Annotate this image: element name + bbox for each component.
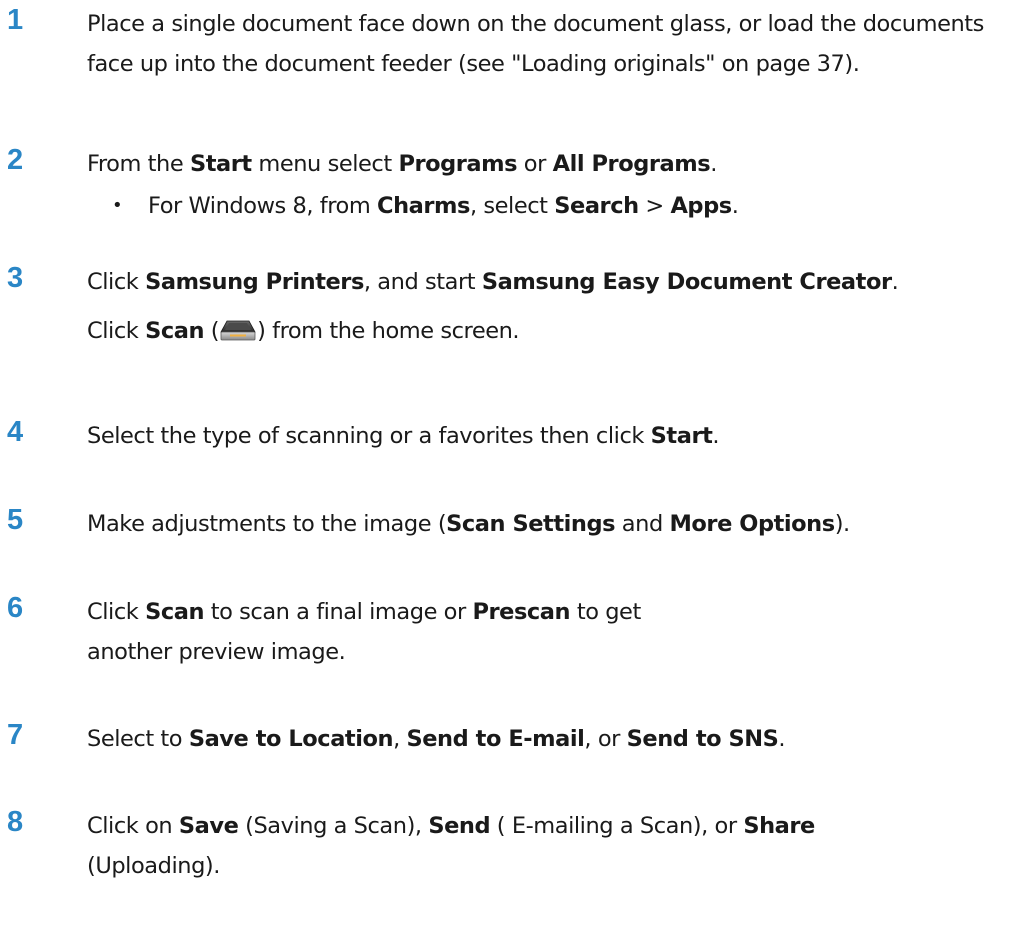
text-run: From the — [87, 151, 190, 177]
text-run: . — [712, 423, 720, 449]
text-run: or — [517, 151, 553, 177]
text-run: ( — [204, 318, 220, 344]
text-run: . — [710, 151, 717, 177]
bold-term: Send to E-mail — [406, 726, 585, 752]
text-run: ( E-mailing a Scan), or — [490, 813, 744, 839]
step-text: Click Scan to scan a final image or Pres… — [87, 592, 727, 672]
step-number: 6 — [7, 592, 24, 624]
text-run: , or — [584, 726, 627, 752]
text-run: Select to — [87, 726, 189, 752]
bold-term: All Programs — [552, 151, 711, 177]
text-run: Click — [87, 599, 146, 625]
bold-term: More Options — [669, 511, 835, 537]
bullet-text: For Windows 8, from Charms, select Searc… — [148, 186, 739, 226]
text-run: Place a single document face down on the… — [87, 11, 984, 77]
step-text: Place a single document face down on the… — [87, 4, 1027, 84]
bold-term: Programs — [398, 151, 518, 177]
step-text: Select to Save to Location, Send to E-ma… — [87, 719, 1027, 759]
text-run: Click — [87, 269, 146, 295]
text-run: (Uploading). — [87, 853, 220, 879]
text-run: For Windows 8, from — [148, 193, 378, 219]
step-number: 2 — [7, 144, 24, 176]
text-run: . — [731, 193, 739, 219]
bold-term: Send to SNS — [626, 726, 779, 752]
step-text: From the Start menu select Programs or A… — [87, 144, 1027, 184]
bold-term: Samsung Printers — [145, 269, 364, 295]
bold-term: Prescan — [472, 599, 571, 625]
text-run: Make adjustments to the image ( — [87, 511, 447, 537]
step-text: Click Samsung Printers, and start Samsun… — [87, 262, 1027, 302]
text-run: ). — [834, 511, 850, 537]
text-run: and — [615, 511, 670, 537]
bold-term: Share — [743, 813, 815, 839]
text-run: Click — [87, 318, 146, 344]
bold-term: Samsung Easy Document Creator — [481, 269, 892, 295]
step-number: 7 — [7, 719, 24, 751]
step-number: 1 — [7, 4, 24, 36]
text-run: Click on — [87, 813, 179, 839]
text-run: , — [393, 726, 407, 752]
step-number: 3 — [7, 262, 24, 294]
text-run: Select the type of scanning or a favorit… — [87, 423, 651, 449]
text-run: . — [891, 269, 899, 295]
step-number: 4 — [7, 416, 24, 448]
bold-term: Scan Settings — [446, 511, 616, 537]
text-run: . — [778, 726, 786, 752]
bold-term: Start — [650, 423, 713, 449]
text-run: menu select — [251, 151, 399, 177]
step-text: Select the type of scanning or a favorit… — [87, 416, 1027, 456]
scanner-icon — [220, 319, 256, 343]
bold-term: Apps — [670, 193, 732, 219]
step-text-2: Click Scan ( ) from the home screen. — [87, 311, 1027, 351]
text-run: to scan a final image or — [204, 599, 473, 625]
text-run: , select — [469, 193, 555, 219]
text-run: > — [638, 193, 671, 219]
bullet-dot: • — [112, 195, 123, 216]
bold-term: Send — [428, 813, 491, 839]
text-run: (Saving a Scan), — [238, 813, 429, 839]
text-after-icon: ) from the home screen. — [257, 318, 520, 344]
bold-term: Save to Location — [188, 726, 394, 752]
bold-term: Scan — [145, 599, 205, 625]
bold-term: Save — [178, 813, 239, 839]
text-run: , and start — [363, 269, 482, 295]
step-number: 8 — [7, 806, 24, 838]
step-text: Click on Save (Saving a Scan), Send ( E-… — [87, 806, 907, 886]
text-before-icon: Click Scan ( — [87, 318, 220, 344]
bold-term: Charms — [377, 193, 470, 219]
text-run: ) from the home screen. — [257, 318, 520, 344]
step-text: Make adjustments to the image (Scan Sett… — [87, 504, 1027, 544]
bold-term: Scan — [145, 318, 205, 344]
step-number: 5 — [7, 504, 24, 536]
bold-term: Search — [554, 193, 639, 219]
bold-term: Start — [189, 151, 252, 177]
